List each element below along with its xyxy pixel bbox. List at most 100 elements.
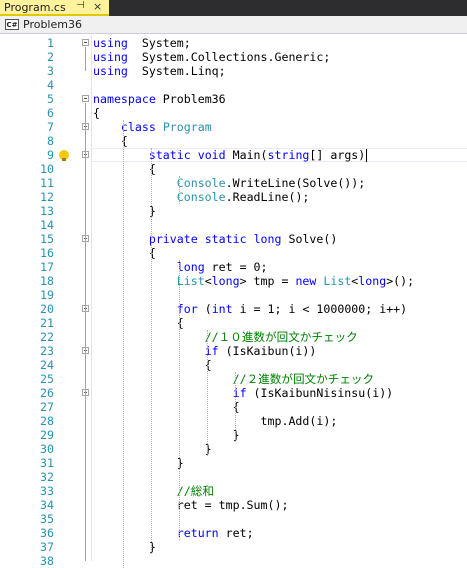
code-text: List<long> tmp = new List<long>(); [93, 274, 414, 288]
line-number: 10 [40, 162, 54, 176]
code-text: using System; [93, 36, 191, 50]
code-token: >(); [386, 274, 415, 288]
code-text: { [93, 162, 156, 176]
code-line[interactable]: 1 using System; [0, 36, 467, 50]
tab-program-cs[interactable]: Program.cs ⊣ × [0, 0, 109, 16]
code-line[interactable]: 29 } [0, 428, 467, 442]
code-line[interactable]: 11 Console.WriteLine(Solve()); [0, 176, 467, 190]
code-token: } [93, 442, 212, 456]
code-line[interactable]: 22 //１０進数が回文かチェック [0, 330, 467, 344]
line-number: 4 [47, 78, 54, 92]
fold-outline [85, 47, 86, 71]
code-line[interactable]: 16 { [0, 246, 467, 260]
code-token: static [204, 232, 247, 246]
code-line[interactable]: 23 if (IsKaibun(i)) [0, 344, 467, 358]
code-line[interactable]: 5 namespace Problem36 [0, 92, 467, 106]
line-number: 27 [40, 400, 54, 414]
code-text: Console.ReadLine(); [93, 190, 310, 204]
code-line[interactable]: 27 { [0, 400, 467, 414]
code-text: using System.Linq; [93, 64, 226, 78]
code-token: ( [197, 302, 212, 316]
project-dropdown[interactable]: C# Problem36 [3, 17, 133, 33]
code-token: string [267, 148, 310, 162]
code-line[interactable]: 26 if (IsKaibunNisinsu(i)) [0, 386, 467, 400]
code-token: long [211, 274, 240, 288]
code-text: tmp.Add(i); [93, 414, 338, 428]
code-editor[interactable]: 1 using System; 2 using System.Collections.… [0, 35, 467, 568]
code-line[interactable]: 14 [0, 218, 467, 232]
code-line[interactable]: 28 tmp.Add(i); [0, 414, 467, 428]
line-number: 37 [40, 540, 54, 554]
code-token: void [197, 148, 226, 162]
code-line[interactable]: 10 { [0, 162, 467, 176]
pin-icon[interactable]: ⊣ [76, 0, 85, 11]
code-token: System.Linq; [127, 64, 226, 78]
code-line[interactable]: 18 List<long> tmp = new List<long>(); [0, 274, 467, 288]
line-number: 3 [47, 64, 54, 78]
code-line[interactable]: 3 using System.Linq; [0, 64, 467, 78]
code-token: class [120, 120, 156, 134]
code-text: namespace Problem36 [93, 92, 226, 106]
code-line[interactable]: 19 [0, 288, 467, 302]
code-line[interactable]: 4 [0, 78, 467, 92]
code-line[interactable]: 12 Console.ReadLine(); [0, 190, 467, 204]
code-token: { [93, 400, 240, 414]
code-token: //２進数が回文かチェック [232, 372, 375, 386]
code-token: i = 1; i < 1000000; i++) [232, 302, 408, 316]
code-line[interactable]: 6{ [0, 106, 467, 120]
code-line[interactable]: 37 } [0, 540, 467, 554]
code-line[interactable]: 33 //総和 [0, 484, 467, 498]
code-token: } [93, 540, 156, 554]
line-number: 19 [40, 288, 54, 302]
code-text: private static long Solve() [93, 232, 338, 246]
code-line[interactable]: 35 [0, 512, 467, 526]
code-text: { [93, 246, 156, 260]
code-line[interactable]: 30 } [0, 442, 467, 456]
line-number: 34 [40, 498, 54, 512]
code-line[interactable]: 38 [0, 554, 467, 568]
code-line[interactable]: 9 static void Main(string[] args) [0, 148, 467, 162]
collapse-icon[interactable] [82, 95, 89, 102]
line-number: 32 [40, 470, 54, 484]
code-text: //２進数が回文かチェック [93, 372, 375, 386]
close-icon[interactable]: × [93, 0, 102, 13]
code-line[interactable]: 15 private static long Solve() [0, 232, 467, 246]
code-line[interactable]: 34 ret = tmp.Sum(); [0, 498, 467, 512]
indent-guide [179, 176, 180, 204]
code-token: private [148, 232, 198, 246]
code-token: > tmp = [239, 274, 296, 288]
code-line[interactable]: 31 } [0, 456, 467, 470]
code-token: //１０進数が回文かチェック [204, 330, 358, 344]
code-token: (IsKaibun(i)) [218, 344, 317, 358]
line-number: 8 [47, 134, 54, 148]
code-line[interactable]: 2 using System.Collections.Generic; [0, 50, 467, 64]
code-token: Main( [225, 148, 268, 162]
code-token: List [176, 274, 205, 288]
indent-guide [123, 120, 124, 568]
line-number: 7 [47, 120, 54, 134]
code-token: long [176, 260, 205, 274]
code-token: { [93, 106, 100, 120]
lightbulb-icon[interactable] [59, 150, 69, 161]
code-line[interactable]: 7 class Program [0, 120, 467, 134]
collapse-icon[interactable] [82, 39, 89, 46]
line-number: 25 [40, 372, 54, 386]
code-line[interactable]: 20 for (int i = 1; i < 1000000; i++) [0, 302, 467, 316]
indent-guide [235, 372, 236, 442]
code-line[interactable]: 24 { [0, 358, 467, 372]
line-number: 16 [40, 246, 54, 260]
code-line[interactable]: 17 long ret = 0; [0, 260, 467, 274]
code-line[interactable]: 13 } [0, 204, 467, 218]
code-line[interactable]: 8 { [0, 134, 467, 148]
code-text: } [93, 442, 212, 456]
code-line[interactable]: 36 return ret; [0, 526, 467, 540]
code-line[interactable]: 32 [0, 470, 467, 484]
code-line[interactable]: 21 { [0, 316, 467, 330]
code-token: } [93, 204, 156, 218]
code-line[interactable]: 25 //２進数が回文かチェック [0, 372, 467, 386]
text-caret [366, 149, 367, 162]
line-number: 11 [40, 176, 54, 190]
